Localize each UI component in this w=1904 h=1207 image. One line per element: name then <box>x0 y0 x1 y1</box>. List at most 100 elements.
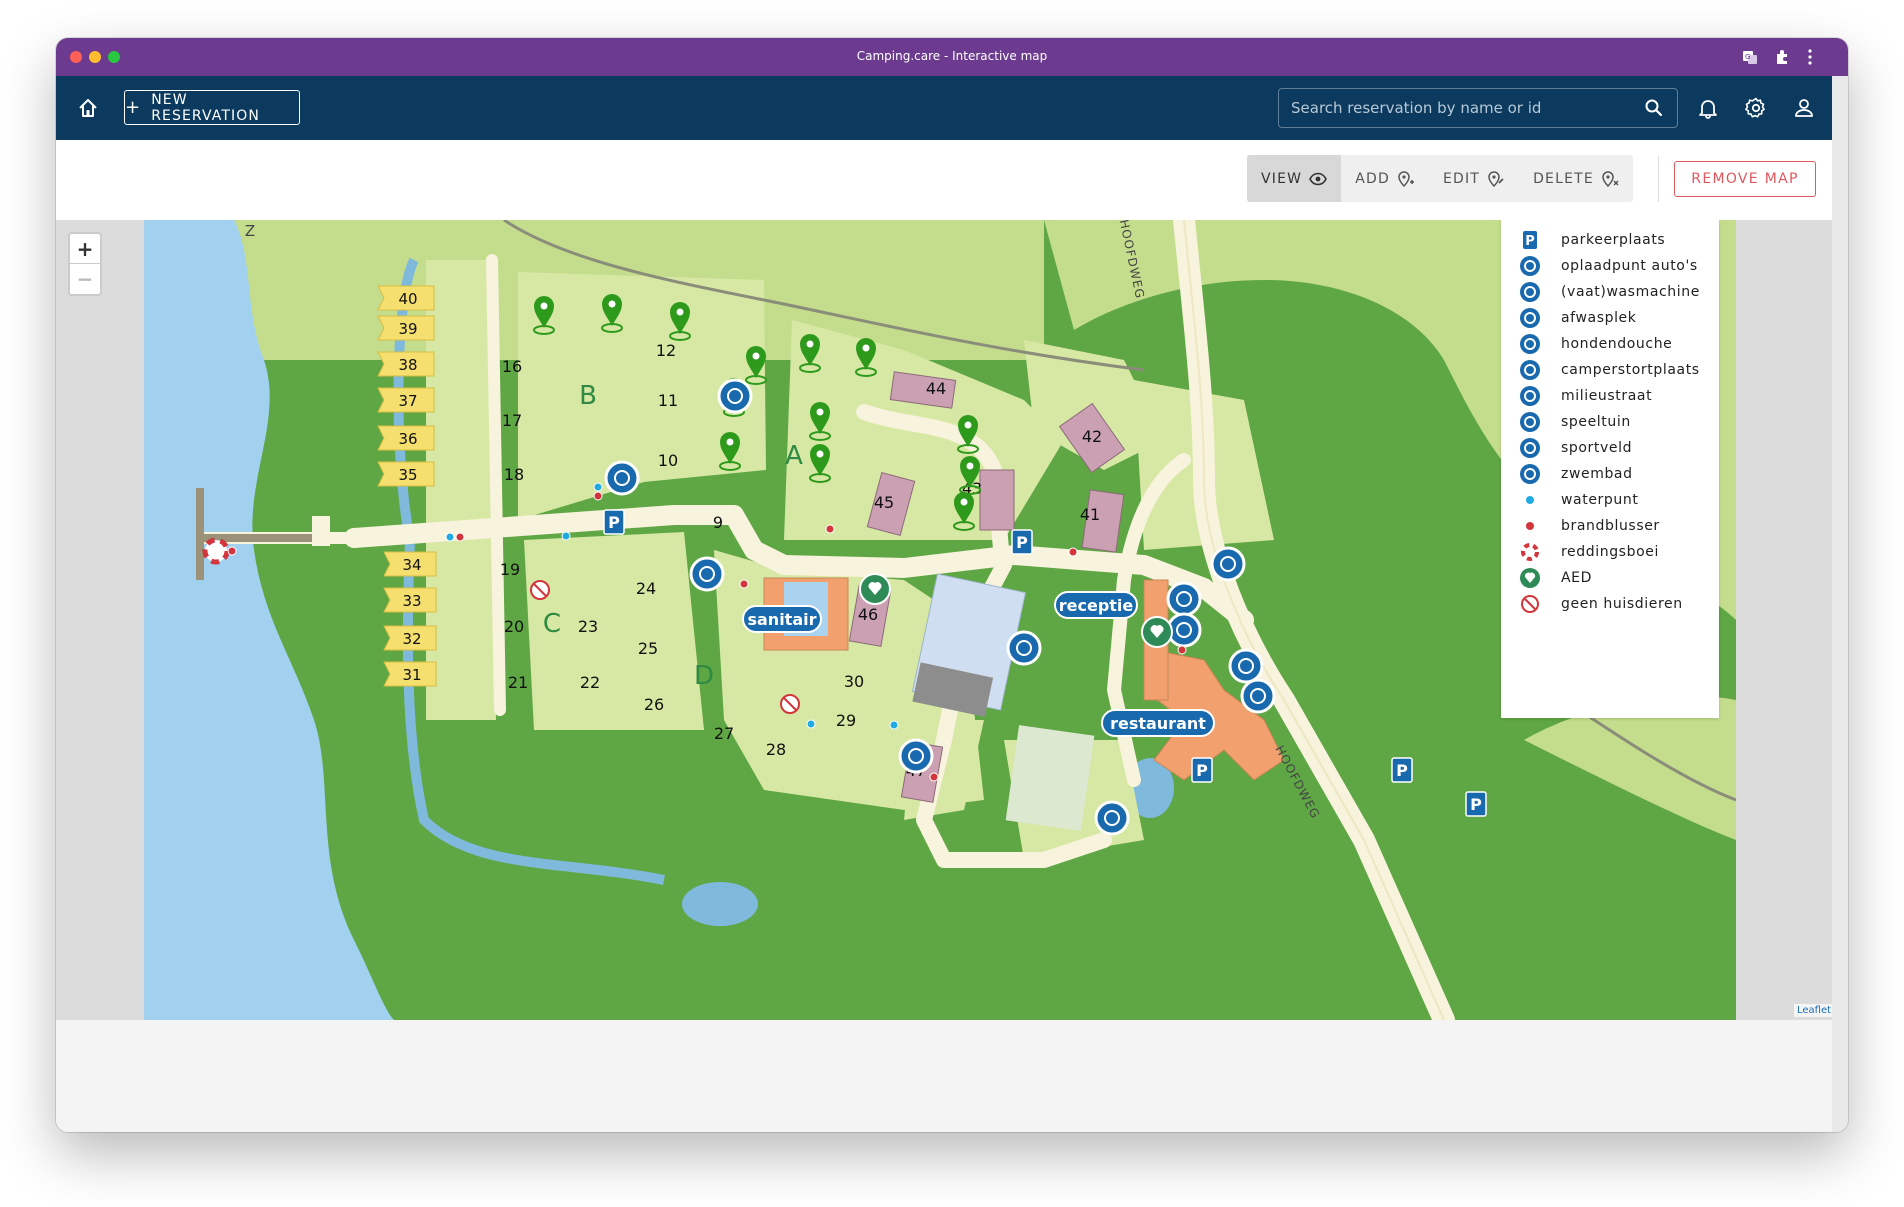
legend-item: afwasplek <box>1519 306 1636 330</box>
map-label: 38 <box>398 356 417 374</box>
swimming-pool-icon <box>1519 463 1541 485</box>
map-label: 22 <box>580 673 600 692</box>
add-mode-button[interactable]: ADD <box>1341 155 1429 202</box>
remove-map-button[interactable]: REMOVE MAP <box>1674 161 1816 197</box>
sportsfield <box>1005 725 1095 831</box>
aed-icon[interactable] <box>859 573 891 605</box>
legend-item: sportveld <box>1519 436 1632 460</box>
legend-label: camperstortplaats <box>1561 362 1700 378</box>
water-point-icon[interactable] <box>806 719 816 729</box>
fire-extinguisher-icon[interactable] <box>593 491 603 501</box>
legend-item: geen huisdieren <box>1519 592 1683 616</box>
map-label: 20 <box>504 617 524 636</box>
window-title: Camping.care - Interactive map <box>856 49 1048 63</box>
map-label: 25 <box>638 639 658 658</box>
map-label: 40 <box>398 290 417 308</box>
new-reservation-button[interactable]: + NEW RESERVATION <box>124 90 300 125</box>
map-label: 11 <box>658 391 678 410</box>
camper-dump-icon[interactable] <box>1166 581 1202 617</box>
map-label: 41 <box>1080 505 1100 524</box>
map-label: 32 <box>402 630 421 648</box>
legend-label: parkeerplaats <box>1561 232 1666 248</box>
map-label: 9 <box>713 513 723 532</box>
no-pets-icon[interactable] <box>780 694 800 714</box>
playground-icon <box>1519 411 1541 433</box>
car-charging-icon[interactable] <box>1210 546 1246 582</box>
delete-mode-button[interactable]: DELETE <box>1519 155 1633 202</box>
legend-item: Pparkeerplaats <box>1519 228 1665 252</box>
fire-extinguisher-icon[interactable] <box>929 772 939 782</box>
parking-icon[interactable]: P <box>1191 757 1213 783</box>
legend-item: brandblusser <box>1519 514 1660 538</box>
svg-text:receptie: receptie <box>1059 596 1134 615</box>
extensions-icon[interactable] <box>1772 47 1792 67</box>
building-label[interactable]: receptie <box>1054 591 1138 619</box>
fire-extinguisher-icon[interactable] <box>455 532 465 542</box>
sports-field-icon[interactable] <box>1094 800 1130 836</box>
building-label[interactable]: restaurant <box>1101 709 1215 737</box>
map-label: C <box>543 609 561 639</box>
campsite-map-image[interactable]: Z A B C D 9 10 11 12 16 17 18 19 20 21 22 23 24 25 26 27 28 29… <box>144 220 1736 1020</box>
map-label: 26 <box>644 695 664 714</box>
no-pets-icon[interactable] <box>530 580 550 600</box>
map-label: 17 <box>502 411 522 430</box>
browser-menu-icon[interactable] <box>1800 47 1820 67</box>
water-point-icon[interactable] <box>445 532 455 542</box>
gear-icon[interactable] <box>1744 96 1768 120</box>
translate-icon[interactable]: G <box>1740 47 1760 67</box>
toolbar-divider <box>1658 156 1659 202</box>
legend-label: milieustraat <box>1561 388 1653 404</box>
zoom-in-button[interactable]: + <box>70 234 100 263</box>
edit-mode-button[interactable]: EDIT <box>1429 155 1519 202</box>
search-input[interactable]: Search reservation by name or id <box>1278 88 1678 128</box>
legend-label: oplaadpunt auto's <box>1561 258 1698 274</box>
fire-extinguisher-icon[interactable] <box>739 579 749 589</box>
map-label: Z <box>245 222 255 240</box>
legend-item: (vaat)wasmachine <box>1519 280 1700 304</box>
leaflet-attribution[interactable]: Leaflet <box>1794 1004 1832 1017</box>
bell-icon[interactable] <box>1696 96 1720 120</box>
washing-machine-icon[interactable] <box>1228 648 1264 684</box>
legend-item: reddingsboei <box>1519 540 1659 564</box>
map-label: 39 <box>398 320 417 338</box>
zoom-out-button[interactable]: − <box>70 263 100 293</box>
parking-icon[interactable]: P <box>1465 791 1487 817</box>
playground-icon[interactable] <box>898 738 934 774</box>
fire-extinguisher-icon[interactable] <box>1068 547 1078 557</box>
legend-item: zwembad <box>1519 462 1633 486</box>
interactive-map[interactable]: Z A B C D 9 10 11 12 16 17 18 19 20 21 22 23 24 25 26 27 28 29… <box>56 220 1832 1020</box>
water-point-icon[interactable] <box>561 531 571 541</box>
map-label: 33 <box>402 592 421 610</box>
search-icon[interactable] <box>1644 98 1664 118</box>
aed-icon[interactable] <box>1141 616 1173 648</box>
water-point-icon[interactable] <box>889 720 899 730</box>
sports-field-icon <box>1519 437 1541 459</box>
swimming-pool-icon[interactable] <box>1006 630 1042 666</box>
fire-extinguisher-icon[interactable] <box>825 524 835 534</box>
building-label[interactable]: sanitair <box>742 605 822 633</box>
playground-icon[interactable] <box>689 556 725 592</box>
parking-icon[interactable]: P <box>1391 757 1413 783</box>
legend-item: milieustraat <box>1519 384 1652 408</box>
map-label: 18 <box>504 465 524 484</box>
legend-item: hondendouche <box>1519 332 1672 356</box>
parking-icon[interactable]: P <box>603 509 625 535</box>
fire-extinguisher-icon[interactable] <box>1177 645 1187 655</box>
dog-shower-icon[interactable] <box>1240 678 1276 714</box>
map-label: 28 <box>766 740 786 759</box>
water-point-icon[interactable] <box>593 482 603 492</box>
parking-icon[interactable]: P <box>1011 529 1033 555</box>
view-mode-button[interactable]: VIEW <box>1247 155 1342 202</box>
map-label: 36 <box>398 430 417 448</box>
lifebuoy-icon <box>1519 541 1541 563</box>
dishwashing-icon <box>1519 307 1541 329</box>
map-label: 16 <box>502 357 522 376</box>
aed-icon <box>1519 567 1541 589</box>
map-label: 27 <box>714 724 734 743</box>
home-icon[interactable] <box>70 90 106 126</box>
map-label: 35 <box>398 466 417 484</box>
legend-label: zwembad <box>1561 466 1633 482</box>
playground-icon[interactable] <box>717 378 753 414</box>
dishwashing-icon[interactable] <box>604 460 640 496</box>
user-icon[interactable] <box>1792 96 1816 120</box>
